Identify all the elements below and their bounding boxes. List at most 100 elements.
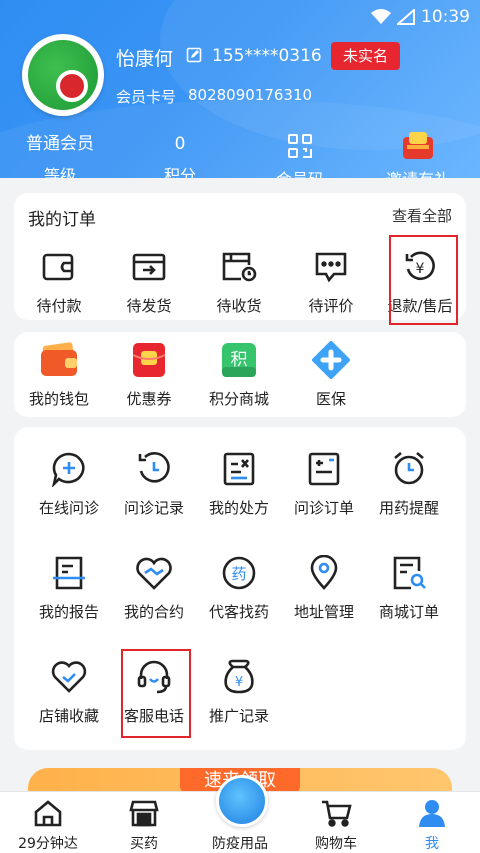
signal-icon (397, 9, 415, 25)
user-name: 怡康何 (116, 48, 174, 70)
svg-text:药: 药 (231, 565, 246, 583)
stat-points[interactable]: 0 积分 (132, 132, 228, 178)
user-phone: 155****0316 (212, 46, 322, 66)
service-item-mall-order[interactable]: 商城订单 (364, 555, 454, 622)
tab-cart[interactable]: 购物车 (288, 798, 384, 853)
service-item-promotion-records[interactable]: ¥ 推广记录 (194, 659, 284, 726)
service-item-find-medicine[interactable]: 药 代客找药 (194, 555, 284, 622)
service-item-my-report[interactable]: 我的报告 (24, 555, 114, 622)
asset-item-label: 优惠券 (126, 390, 172, 408)
customer-service-highlight-box (121, 649, 191, 738)
asset-item-points-mall[interactable]: 积 积分商城 (194, 342, 284, 409)
order-item-label: 待发货 (126, 297, 172, 315)
cart-icon (288, 798, 384, 828)
assets-card: 我的钱包 优惠券 积 积分商城 医保 (14, 332, 466, 417)
medical-insurance-icon (286, 341, 376, 379)
stat-member-code[interactable]: 会员码 (252, 132, 348, 178)
service-item-consult-history[interactable]: 问诊记录 (109, 451, 199, 518)
user-icon (384, 798, 480, 828)
comment-icon (286, 249, 376, 285)
profile-header: 10:39 怡康何 155****0316 未实名 会员卡号 802809017… (0, 0, 480, 178)
mall-order-icon (364, 555, 454, 591)
services-card: 在线问诊 问诊记录 我的处方 问诊订单 用药提醒 我的报告 我的合约 药 代客找… (14, 427, 466, 750)
stat-label: 等级 (43, 166, 76, 178)
service-item-label: 我的合约 (123, 603, 184, 621)
asset-item-label: 医保 (315, 390, 346, 408)
tab-label: 防疫用品 (212, 836, 268, 852)
view-all-orders-link[interactable]: 查看全部 (392, 205, 452, 226)
verify-badge[interactable]: 未实名 (331, 42, 401, 70)
stat-level[interactable]: 普通会员 等级 (12, 132, 108, 178)
qr-code-icon (252, 132, 348, 160)
avatar[interactable] (22, 34, 104, 116)
stat-label: 积分 (163, 166, 196, 178)
order-item-label: 待付款 (36, 297, 82, 315)
service-item-label: 店铺收藏 (38, 707, 99, 725)
stat-label: 会员码 (252, 166, 348, 178)
wifi-icon (371, 9, 391, 24)
svg-text:¥: ¥ (235, 675, 243, 690)
service-item-label: 我的报告 (38, 603, 99, 621)
order-item-pending-receipt[interactable]: 待收货 (194, 249, 284, 316)
svg-text:积: 积 (231, 350, 248, 370)
alarm-icon (364, 451, 454, 487)
tab-label: 我 (425, 836, 439, 852)
status-bar: 10:39 (371, 4, 470, 30)
member-card-label: 会员卡号 (116, 88, 177, 106)
refund-highlight-box (389, 235, 458, 325)
service-item-label: 用药提醒 (378, 499, 439, 517)
coupon-icon (104, 342, 194, 378)
find-medicine-icon: 药 (194, 555, 284, 591)
heart-icon (24, 659, 114, 695)
tab-buy-medicine[interactable]: 买药 (96, 798, 192, 853)
box-ship-icon (104, 249, 194, 285)
tab-label: 买药 (130, 836, 158, 852)
tab-label: 29分钟达 (18, 836, 78, 852)
asset-item-medical-insurance[interactable]: 医保 (286, 341, 376, 409)
asset-item-coupon[interactable]: 优惠券 (104, 342, 194, 409)
service-item-label: 推广记录 (208, 707, 269, 725)
service-item-medication-reminder[interactable]: 用药提醒 (364, 451, 454, 518)
history-icon (109, 451, 199, 487)
handshake-icon (109, 555, 199, 591)
prescription-icon (194, 451, 284, 487)
service-item-label: 问诊订单 (293, 499, 354, 517)
tab-label: 购物车 (315, 836, 357, 852)
service-item-address[interactable]: 地址管理 (279, 555, 369, 622)
order-item-pending-shipment[interactable]: 待发货 (104, 249, 194, 316)
tab-me[interactable]: 我 (384, 798, 480, 853)
stat-value: 0 (174, 134, 186, 154)
service-item-store-favorites[interactable]: 店铺收藏 (24, 659, 114, 726)
consult-order-icon (279, 451, 369, 487)
consult-icon (24, 451, 114, 487)
service-item-label: 问诊记录 (123, 499, 184, 517)
order-item-pending-payment[interactable]: 待付款 (14, 249, 104, 316)
asset-item-wallet[interactable]: 我的钱包 (14, 342, 104, 409)
service-item-label: 代客找药 (208, 603, 269, 621)
wallet-icon (14, 342, 104, 378)
points-mall-icon: 积 (194, 342, 284, 378)
stat-invite[interactable]: 邀请有礼 (370, 132, 466, 178)
member-card-number: 8028090176310 (188, 86, 313, 104)
money-bag-icon: ¥ (194, 659, 284, 695)
tab-home[interactable]: 29分钟达 (0, 798, 96, 853)
stat-value: 普通会员 (26, 134, 94, 154)
location-icon (279, 555, 369, 591)
home-icon (0, 798, 96, 828)
service-item-prescription[interactable]: 我的处方 (194, 451, 284, 518)
service-item-online-consult[interactable]: 在线问诊 (24, 451, 114, 518)
asset-item-label: 我的钱包 (28, 390, 89, 408)
service-item-consult-order[interactable]: 问诊订单 (279, 451, 369, 518)
edit-icon[interactable] (186, 47, 202, 63)
center-icon[interactable] (216, 775, 268, 827)
wallet-icon (14, 249, 104, 285)
asset-item-label: 积分商城 (208, 390, 269, 408)
order-item-pending-review[interactable]: 待评价 (286, 249, 376, 316)
service-item-my-contract[interactable]: 我的合约 (109, 555, 199, 622)
service-item-label: 在线问诊 (38, 499, 99, 517)
stat-label: 邀请有礼 (370, 166, 466, 178)
shop-icon (96, 798, 192, 828)
orders-title: 我的订单 (28, 210, 96, 230)
service-item-label: 商城订单 (378, 603, 439, 621)
delivery-clock-icon (194, 249, 284, 285)
